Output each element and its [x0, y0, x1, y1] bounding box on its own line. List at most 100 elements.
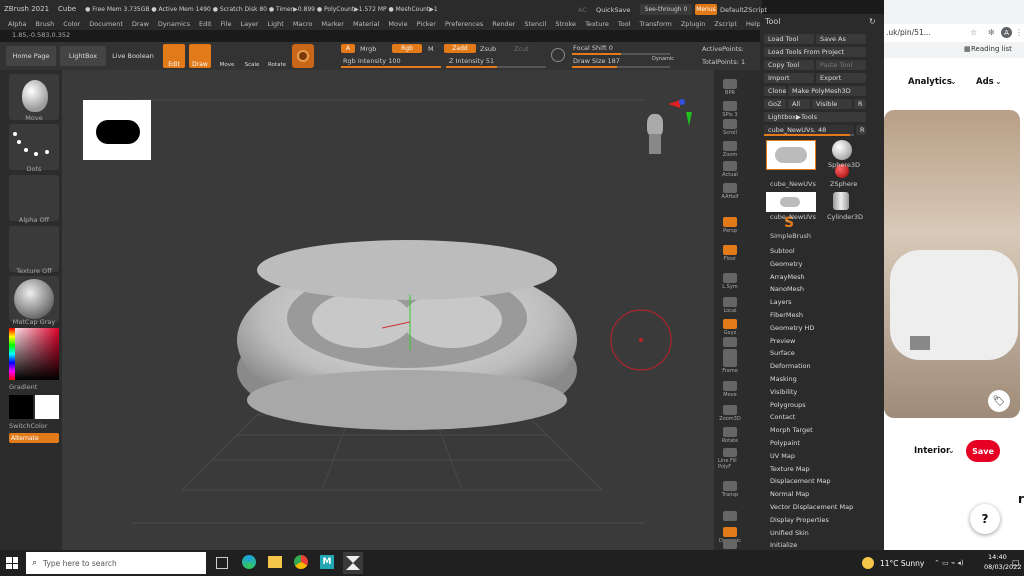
draw-button[interactable]: Draw — [189, 44, 211, 68]
home-page-button[interactable]: Home Page — [6, 46, 56, 66]
m-app-icon[interactable]: M — [320, 555, 334, 569]
default-zscript-button[interactable]: DefaultZScript — [720, 6, 767, 14]
focal-shift-track[interactable] — [572, 53, 670, 55]
category-dropdown[interactable]: Interior — [914, 446, 950, 456]
menu-texture[interactable]: Texture — [585, 20, 609, 28]
axis-gizmo-icon[interactable] — [662, 96, 698, 132]
subpalette-deformation[interactable]: Deformation — [770, 362, 811, 370]
subpalette-fibermesh[interactable]: FiberMesh — [770, 311, 803, 319]
scale-button[interactable]: Scale — [241, 44, 263, 68]
load-tools-from-project-button[interactable]: Load Tools From Project — [764, 47, 866, 57]
subpalette-contact[interactable]: Contact — [770, 413, 795, 421]
subpalette-displacement-map[interactable]: Displacement Map — [770, 477, 830, 485]
menus-button[interactable]: Menus — [695, 4, 717, 15]
lightbox-tools-button[interactable]: Lightbox▶Tools — [764, 112, 866, 122]
file-explorer-icon[interactable] — [268, 556, 282, 568]
subpalette-normal-map[interactable]: Normal Map — [770, 490, 809, 498]
live-boolean-button[interactable]: Live Boolean — [110, 46, 156, 66]
tool-thumb-label[interactable]: Cylinder3D — [827, 213, 863, 221]
secondary-color-swatch[interactable] — [35, 395, 59, 419]
clone-button[interactable]: Clone — [764, 86, 786, 96]
subpalette-vector-displacement-map[interactable]: Vector Displacement Map — [770, 503, 853, 511]
a-button[interactable]: A — [341, 44, 355, 53]
menu-stencil[interactable]: Stencil — [524, 20, 546, 28]
pin-image[interactable]: 🏷 — [884, 110, 1020, 418]
shelf-button-line-fill-polyf[interactable]: Line Fill PolyF — [718, 448, 742, 470]
goz-button[interactable]: GoZ — [764, 99, 786, 109]
subpalette-unified-skin[interactable]: Unified Skin — [770, 529, 809, 537]
chrome-icon[interactable] — [294, 555, 308, 569]
extensions-icon[interactable]: ✻ — [988, 28, 995, 37]
subpalette-surface[interactable]: Surface — [770, 349, 795, 357]
menu-file[interactable]: File — [221, 20, 232, 28]
material-thumbnail[interactable] — [9, 276, 59, 322]
alternate-button[interactable]: Alternate — [9, 433, 59, 443]
tool-thumb-label[interactable]: SimpleBrush — [770, 232, 811, 240]
goz-r-button[interactable]: R — [854, 99, 866, 109]
menu-transform[interactable]: Transform — [640, 20, 672, 28]
menu-draw[interactable]: Draw — [132, 20, 149, 28]
focal-shift-slider[interactable]: Focal Shift 0 — [573, 44, 613, 52]
sofa-mesh[interactable] — [237, 240, 577, 430]
alpha-thumbnail[interactable] — [9, 175, 59, 221]
tool-thumb-current-2[interactable] — [766, 192, 816, 212]
subpalette-display-properties[interactable]: Display Properties — [770, 516, 829, 524]
zbrush-taskbar-icon[interactable] — [343, 552, 363, 574]
bookmark-star-icon[interactable]: ☆ — [970, 28, 977, 37]
menu-alpha[interactable]: Alpha — [8, 20, 26, 28]
weather-label[interactable]: 11°C Sunny — [880, 559, 924, 568]
shelf-button-persp[interactable]: Persp — [718, 212, 742, 234]
draw-size-track[interactable] — [572, 66, 670, 68]
tool-name-track[interactable] — [764, 134, 854, 136]
menu-macro[interactable]: Macro — [293, 20, 313, 28]
taskbar-search-box[interactable]: ⌕ Type here to search — [26, 552, 206, 574]
rgb-intensity-track[interactable] — [341, 66, 441, 68]
zadd-button[interactable]: Zadd — [444, 44, 476, 53]
menu-color[interactable]: Color — [63, 20, 80, 28]
zcut-button[interactable]: Zcut — [514, 45, 529, 53]
hue-strip[interactable] — [9, 328, 15, 380]
menu-preferences[interactable]: Preferences — [445, 20, 483, 28]
menu-zscript[interactable]: Zscript — [714, 20, 737, 28]
task-view-icon[interactable] — [216, 557, 228, 569]
refresh-icon[interactable]: ↻ — [869, 17, 876, 26]
tool-thumb-current[interactable] — [766, 140, 816, 170]
menu-stroke[interactable]: Stroke — [555, 20, 576, 28]
shelf-button-blank[interactable] — [718, 500, 742, 522]
subpalette-polypaint[interactable]: Polypaint — [770, 439, 800, 447]
tool-thumb-label[interactable]: ZSphere — [830, 180, 857, 188]
notification-icon[interactable]: ▢ — [1012, 558, 1020, 567]
save-pin-button[interactable]: Save — [966, 440, 1000, 462]
cylinder3d-icon[interactable] — [833, 192, 849, 210]
tool-thumb-label[interactable]: cube_NewUVs — [770, 180, 816, 188]
shelf-button-aahalf[interactable]: AAHalf — [718, 178, 742, 200]
subpalette-visibility[interactable]: Visibility — [770, 388, 797, 396]
address-bar[interactable]: .uk/pin/51... — [886, 28, 931, 37]
zsub-button[interactable]: Zsub — [480, 45, 496, 53]
dynamic-size-icon[interactable] — [551, 48, 565, 62]
goz-all-button[interactable]: All — [788, 99, 810, 109]
canvas-viewport[interactable] — [62, 70, 714, 550]
tool-thumb-label[interactable]: Sphere3D — [828, 161, 860, 169]
menu-light[interactable]: Light — [268, 20, 284, 28]
z-intensity-slider[interactable]: Z Intensity 51 — [449, 57, 494, 65]
subpalette-uv-map[interactable]: UV Map — [770, 452, 795, 460]
menu-material[interactable]: Material — [353, 20, 379, 28]
edge-browser-icon[interactable] — [242, 555, 256, 569]
rgb-intensity-slider[interactable]: Rgb Intensity 100 — [343, 57, 401, 65]
quicksave-button[interactable]: QuickSave — [596, 6, 630, 14]
color-picker[interactable] — [9, 328, 59, 380]
help-button[interactable]: ? — [970, 504, 1000, 534]
m-button[interactable]: M — [428, 45, 434, 53]
shelf-button-l-sym[interactable]: L.Sym — [718, 268, 742, 290]
subpalette-geometry[interactable]: Geometry — [770, 260, 802, 268]
subpalette-initialize[interactable]: Initialize — [770, 541, 797, 549]
copy-tool-button[interactable]: Copy Tool — [764, 60, 814, 70]
subpalette-preview[interactable]: Preview — [770, 337, 795, 345]
shelf-button-rotate[interactable]: Rotate — [718, 422, 742, 444]
texture-thumbnail[interactable] — [9, 226, 59, 272]
export-button[interactable]: Export — [816, 73, 866, 83]
windows-start-icon[interactable] — [6, 557, 18, 569]
import-button[interactable]: Import — [764, 73, 814, 83]
shelf-button-scroll[interactable]: Scroll — [718, 114, 742, 136]
